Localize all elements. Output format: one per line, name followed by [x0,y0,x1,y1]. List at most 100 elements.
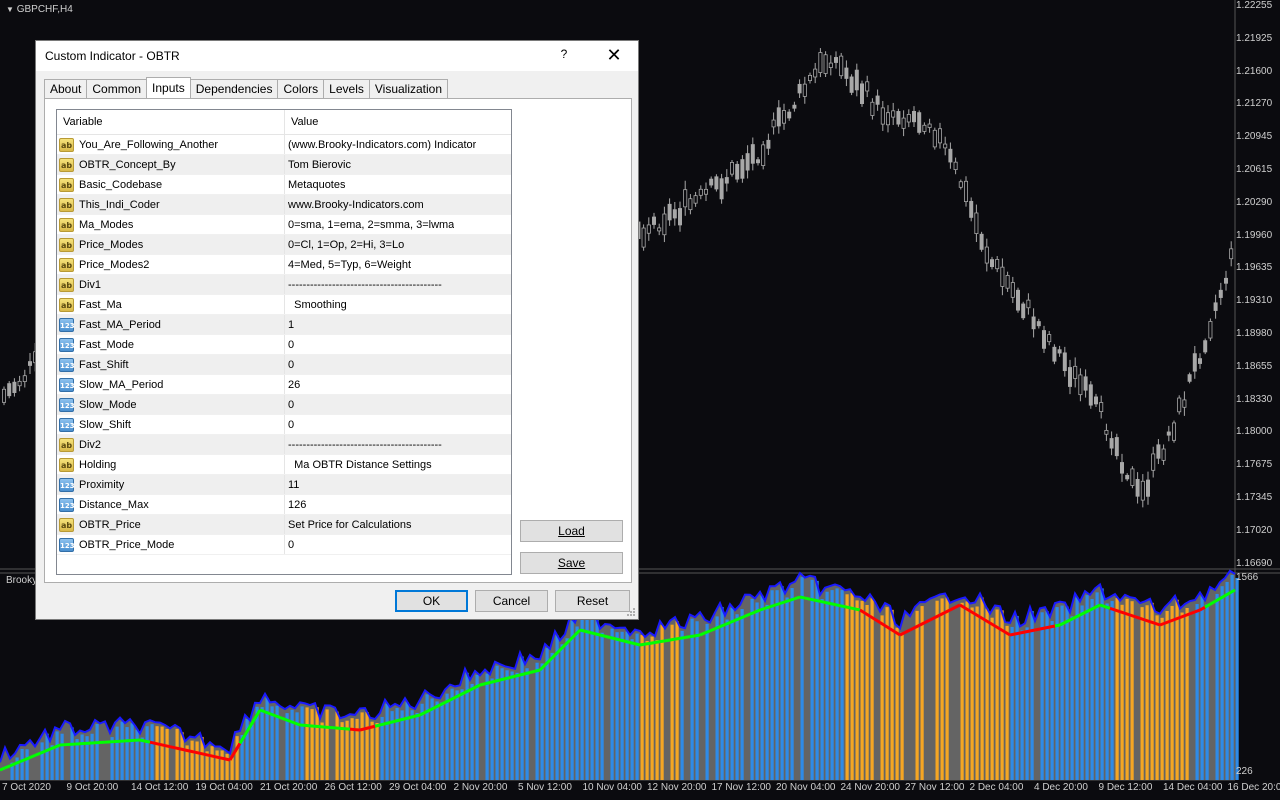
histogram-bar [1025,627,1029,780]
table-row[interactable]: 123 Fast_MA_Period 1 [57,315,511,335]
tab-dependencies[interactable]: Dependencies [189,79,279,98]
table-row[interactable]: ab Fast_Ma Smoothing [57,295,511,315]
signal-line-segment [24,756,31,761]
table-row[interactable]: 123 Slow_MA_Period 26 [57,375,511,395]
candle-body [1010,282,1015,298]
candle-body [1062,352,1067,372]
tab-common[interactable]: Common [86,79,148,98]
table-row[interactable]: ab Basic_Codebase Metaquotes [57,175,511,195]
table-row[interactable]: ab Ma_Modes 0=sma, 1=ema, 2=smma, 3=lwma [57,215,511,235]
variable-cell: 123 Proximity [57,475,285,494]
signal-line-segment [674,636,681,641]
table-row[interactable]: ab Holding Ma OBTR Distance Settings [57,455,511,475]
tab-about[interactable]: About [44,79,88,98]
dialog-titlebar[interactable]: Custom Indicator - OBTR ? ✕ [36,41,638,71]
price-tick-label: 1.20290 [1236,196,1273,208]
value-cell[interactable]: www.Brooky-Indicators.com [285,195,424,214]
resize-grip-icon[interactable] [626,607,636,617]
table-row[interactable]: 123 Slow_Mode 0 [57,395,511,415]
candle-body [984,246,989,264]
value-cell[interactable]: Tom Bierovic [285,155,351,174]
value-cell[interactable]: Set Price for Calculations [285,515,412,534]
table-row[interactable]: 123 Fast_Mode 0 [57,335,511,355]
table-row[interactable]: 123 Proximity 11 [57,475,511,495]
column-header-variable[interactable]: Variable [57,110,285,134]
histogram-bar [150,724,154,780]
value-cell[interactable]: ----------------------------------------… [285,275,442,294]
variable-name: Price_Modes [79,238,144,251]
histogram-bar [425,694,429,780]
value-cell[interactable]: 0=sma, 1=ema, 2=smma, 3=lwma [285,215,454,234]
value-cell[interactable]: 0 [285,355,294,374]
candle-body [7,383,12,397]
reset-button[interactable]: Reset [555,590,630,612]
table-row[interactable]: 123 Distance_Max 126 [57,495,511,515]
chevron-down-icon[interactable]: ▼ [6,5,14,14]
value-cell[interactable]: 0 [285,415,294,434]
value-cell[interactable]: Ma OBTR Distance Settings [285,455,432,474]
value-cell[interactable]: 1 [285,315,294,334]
histogram-bar [1080,605,1084,780]
column-header-value[interactable]: Value [285,110,318,134]
inputs-grid[interactable]: Variable Value ab You_Are_Following_Anoth… [56,109,512,575]
table-row[interactable]: ab Div1 ----------------------------------… [57,275,511,295]
histogram-bar [1220,586,1224,780]
signal-line-segment [514,673,521,678]
value-cell[interactable]: 0=Cl, 1=Op, 2=Hi, 3=Lo [285,235,404,254]
tab-levels[interactable]: Levels [323,79,370,98]
table-row[interactable]: 123 Fast_Shift 0 [57,355,511,375]
value-cell[interactable]: 0 [285,335,294,354]
date-tick-label: 2 Nov 20:00 [453,782,508,793]
histogram-bar [560,644,564,780]
variable-cell: ab OBTR_Price [57,515,285,534]
table-row[interactable]: ab You_Are_Following_Another (www.Brooky-I… [57,135,511,155]
tab-colors[interactable]: Colors [277,79,325,98]
tab-visualization[interactable]: Visualization [368,79,449,98]
signal-line-segment [154,741,161,746]
candle-body [766,139,771,149]
value-cell[interactable]: ----------------------------------------… [285,435,442,454]
save-button[interactable]: Save [520,552,623,574]
value-cell[interactable]: 11 [285,475,299,494]
tab-strip: About Common Inputs Dependencies Colors Level… [44,77,449,99]
value-cell[interactable]: 26 [285,375,300,394]
histogram-bar [250,724,254,780]
signal-line-segment [699,631,706,637]
load-button[interactable]: Load [520,520,623,542]
table-row[interactable]: ab OBTR_Price Set Price for Calculations [57,515,511,535]
table-row[interactable]: 123 Slow_Shift 0 [57,415,511,435]
candle-body [688,198,693,211]
close-icon[interactable]: ✕ [602,44,626,66]
value-cell[interactable]: Metaquotes [285,175,345,194]
histogram-bar [455,690,459,780]
candle-body [901,117,906,129]
signal-line-segment [824,600,831,605]
signal-line-segment [269,712,276,718]
table-row[interactable]: ab Div2 ----------------------------------… [57,435,511,455]
ok-button[interactable]: OK [395,590,468,612]
table-row[interactable]: ab Price_Modes 0=Cl, 1=Op, 2=Hi, 3=Lo [57,235,511,255]
string-type-icon: ab [59,217,74,232]
value-cell[interactable]: 126 [285,495,306,514]
value-cell[interactable]: 4=Med, 5=Typ, 6=Weight [285,255,411,274]
help-button[interactable]: ? [554,47,574,61]
signal-line-segment [684,635,691,639]
histogram-bar [460,689,464,780]
table-row[interactable]: ab OBTR_Concept_By Tom Bierovic [57,155,511,175]
table-row[interactable]: ab Price_Modes2 4=Med, 5=Typ, 6=Weight [57,255,511,275]
histogram-bar [800,577,804,780]
cancel-button[interactable]: Cancel [475,590,548,612]
tab-inputs[interactable]: Inputs [146,77,191,98]
candle-body [990,259,995,268]
candle-body [875,95,880,105]
histogram-bar [650,636,654,780]
value-cell[interactable]: 0 [285,395,294,414]
value-cell[interactable]: Smoothing [285,295,347,314]
value-cell[interactable]: (www.Brooky-Indicators.com) Indicator [285,135,476,154]
table-row[interactable]: ab This_Indi_Coder www.Brooky-Indicators.c… [57,195,511,215]
signal-line-segment [504,676,511,681]
value-cell[interactable]: 0 [285,535,294,554]
table-row[interactable]: 123 OBTR_Price_Mode 0 [57,535,511,555]
date-tick-label: 21 Oct 20:00 [260,782,318,793]
price-tick-label: 1.18000 [1236,426,1273,438]
